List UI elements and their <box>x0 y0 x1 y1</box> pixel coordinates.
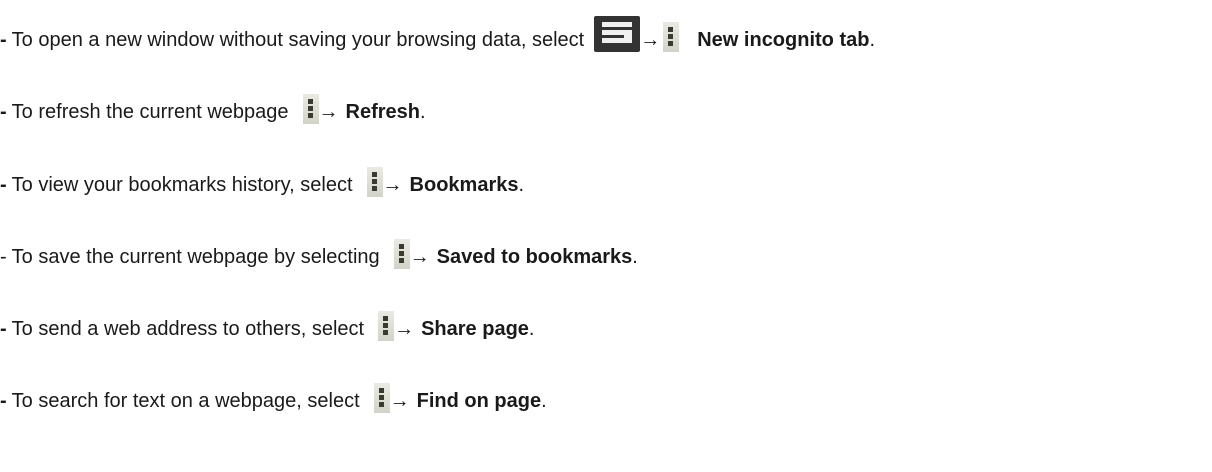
instruction-find-on-page: - To search for text on a webpage, selec… <box>0 383 547 419</box>
target-bookmarks: Bookmarks <box>409 173 519 196</box>
menu-icon <box>378 311 395 341</box>
arrow: → <box>409 245 430 268</box>
instruction-text: To save the current webpage by selecting <box>11 245 380 268</box>
period: . <box>518 173 525 196</box>
bullet-dash: - <box>0 245 7 268</box>
period: . <box>632 245 638 268</box>
period: . <box>541 389 547 412</box>
bullet-dash: - <box>0 317 7 340</box>
instruction-text: To search for text on a webpage, select <box>11 389 360 412</box>
instruction-refresh: - To refresh the current webpage → Refre… <box>0 94 426 130</box>
menu-icon <box>393 239 410 269</box>
arrow: → <box>382 173 403 196</box>
target-refresh: Refresh <box>345 100 420 123</box>
instruction-text: To refresh the current webpage <box>11 100 289 123</box>
period: . <box>528 317 535 340</box>
target-new-incognito-tab: New incognito tab <box>697 28 870 51</box>
arrow: → <box>389 389 410 412</box>
bullet-dash: - <box>0 389 7 412</box>
menu-icon <box>302 94 319 124</box>
instruction-share-page: - To send a web address to others, selec… <box>0 311 534 347</box>
bullet-dash: - <box>0 173 7 196</box>
arrow: → <box>394 317 415 340</box>
arrow: → <box>640 28 661 51</box>
target-saved-to-bookmarks: Saved to bookmarks <box>436 245 633 268</box>
menu-icon <box>366 167 383 197</box>
bullet-dash: - <box>0 28 7 51</box>
instruction-text: To view your bookmarks history, select <box>11 173 353 196</box>
bullet-dash: - <box>0 100 7 123</box>
instruction-bookmarks: - To view your bookmarks history, select… <box>0 167 524 203</box>
period: . <box>869 28 876 51</box>
target-share-page: Share page <box>421 317 529 340</box>
instruction-save-bookmark: - To save the current webpage by selecti… <box>0 239 638 275</box>
arrow: → <box>318 100 339 123</box>
instruction-incognito: - To open a new window without saving yo… <box>0 16 876 58</box>
target-find-on-page: Find on page <box>416 389 542 412</box>
instruction-text: To send a web address to others, select <box>11 317 365 340</box>
menu-icon <box>373 383 390 413</box>
menu-icon <box>663 22 680 52</box>
instruction-text: To open a new window without saving your… <box>11 28 585 51</box>
tabs-icon <box>594 16 641 52</box>
period: . <box>419 100 426 123</box>
